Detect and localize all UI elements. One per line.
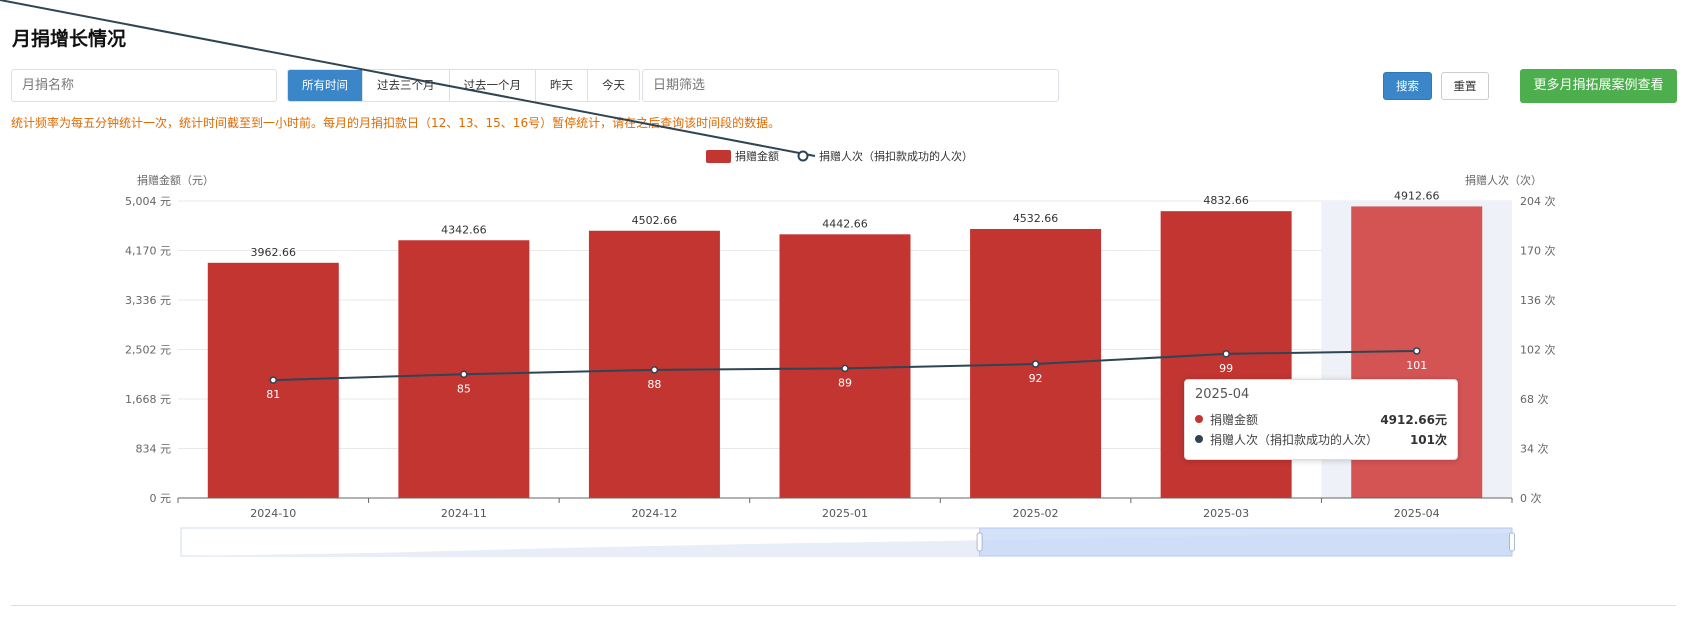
- zoom-handle-right[interactable]: [1509, 532, 1515, 552]
- line-point-label: 81: [266, 388, 280, 401]
- line-point[interactable]: [460, 370, 468, 378]
- x-tick-label: 2025-04: [1394, 507, 1440, 520]
- y-left-tick-label: 5,004 元: [125, 195, 171, 208]
- tooltip-amount-name: 捐赠金额: [1210, 412, 1259, 427]
- legend-line-label: 捐赠人次（捐扣款成功的人次）: [819, 149, 973, 163]
- y-right-tick-label: 102 次: [1520, 343, 1556, 357]
- y-left-tick-label: 0 元: [150, 492, 172, 505]
- y-right-axis-title: 捐赠人次（次）: [1465, 173, 1542, 187]
- bar-value-label: 4532.66: [1013, 212, 1059, 225]
- line-point-label: 89: [838, 376, 852, 389]
- bar[interactable]: [398, 240, 530, 498]
- chart-tooltip: 2025-04 捐赠金额 4912.66元 捐赠人次（捐扣款成功的人次） 101…: [1184, 379, 1458, 460]
- legend[interactable]: 捐赠金额 捐赠人次（捐扣款成功的人次）: [0, 0, 973, 163]
- line-point-label: 92: [1029, 372, 1043, 385]
- tooltip-count-value: 101次: [1409, 432, 1447, 447]
- line-point[interactable]: [1222, 350, 1230, 358]
- legend-bar-label: 捐赠金额: [735, 149, 779, 163]
- tooltip-count-name: 捐赠人次（捐扣款成功的人次）: [1210, 432, 1379, 447]
- bar-value-label: 4342.66: [441, 223, 487, 236]
- line-point-label: 85: [457, 382, 471, 395]
- x-tick-label: 2025-01: [822, 507, 868, 520]
- line-point[interactable]: [650, 366, 659, 374]
- y-right-tick-label: 34 次: [1520, 442, 1549, 456]
- bar-value-label: 4912.66: [1394, 189, 1440, 202]
- line-point[interactable]: [841, 364, 849, 373]
- line-point-label: 99: [1219, 362, 1233, 375]
- y-right-tick-label: 0 次: [1520, 491, 1542, 505]
- y-right-tick-label: 204 次: [1520, 194, 1556, 208]
- bar-value-label: 3962.66: [251, 246, 297, 259]
- y-right-tick-label: 136 次: [1520, 293, 1556, 307]
- bar-value-label: 4442.66: [822, 217, 868, 230]
- zoom-handle-left[interactable]: [976, 532, 983, 552]
- legend-line-swatch: [0, 0, 816, 157]
- x-tick-label: 2025-02: [1013, 507, 1059, 520]
- y-left-tick-label: 1,668 元: [125, 393, 171, 406]
- y-left-tick-label: 3,336 元: [125, 294, 171, 307]
- tooltip-count-dot: [1195, 435, 1203, 443]
- x-tick-label: 2024-12: [631, 507, 677, 520]
- tooltip-row: 捐赠人次（捐扣款成功的人次） 101次: [1195, 429, 1447, 449]
- bottom-divider: [11, 605, 1676, 606]
- y-right-tick-label: 170 次: [1520, 244, 1556, 258]
- bar-value-label: 4832.66: [1203, 194, 1249, 207]
- line-point-label: 101: [1406, 359, 1427, 372]
- x-tick-label: 2025-03: [1203, 507, 1249, 520]
- tooltip-amount-value: 4912.66元: [1380, 412, 1447, 427]
- x-tick-label: 2024-11: [441, 507, 487, 520]
- line-point[interactable]: [1031, 360, 1040, 368]
- data-zoom-slider[interactable]: [180, 527, 1515, 557]
- line-point[interactable]: [1412, 347, 1421, 355]
- legend-bar-swatch: [706, 150, 731, 163]
- bar[interactable]: [588, 230, 720, 498]
- line-point[interactable]: [269, 376, 278, 384]
- tooltip-row: 捐赠金额 4912.66元: [1195, 409, 1447, 429]
- y-left-axis-title: 捐赠金额（元）: [137, 173, 214, 187]
- x-tick-label: 2024-10: [250, 507, 296, 520]
- y-left-tick-label: 2,502 元: [125, 344, 171, 357]
- bar-value-label: 4502.66: [632, 214, 678, 227]
- line-point-label: 88: [647, 378, 661, 391]
- y-right-tick-label: 68 次: [1520, 392, 1549, 406]
- tooltip-amount-dot: [1195, 415, 1203, 423]
- tooltip-title: 2025-04: [1195, 387, 1250, 402]
- legend-line-marker: [797, 150, 809, 162]
- donation-growth-chart: 捐赠金额 捐赠人次（捐扣款成功的人次） 捐赠金额（元） 捐赠人次（次） 0 元 8…: [0, 0, 1556, 557]
- zoom-selected-range: [979, 527, 1513, 557]
- y-left-tick-label: 834 元: [136, 443, 172, 456]
- y-left-tick-label: 4,170 元: [125, 245, 171, 258]
